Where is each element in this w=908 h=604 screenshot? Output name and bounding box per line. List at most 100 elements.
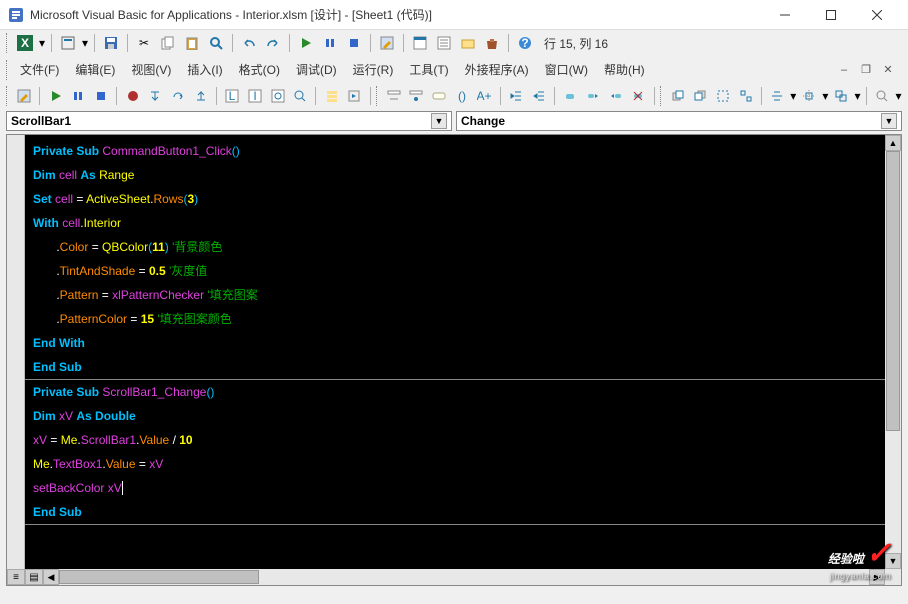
excel-icon[interactable]: X — [14, 32, 36, 54]
call-stack-icon[interactable] — [321, 85, 342, 107]
break-icon[interactable] — [68, 85, 89, 107]
next-bookmark-icon[interactable] — [583, 85, 604, 107]
scroll-thumb[interactable] — [886, 151, 900, 431]
close-button[interactable] — [854, 0, 900, 30]
outdent-icon[interactable] — [528, 85, 549, 107]
watches-icon[interactable] — [267, 85, 288, 107]
procedure-combo[interactable]: Change ▼ — [456, 111, 902, 131]
step-out-icon[interactable] — [190, 85, 211, 107]
reset-icon[interactable] — [343, 32, 365, 54]
help-icon[interactable]: ? — [514, 32, 536, 54]
code-line[interactable]: xV = Me.ScrollBar1.Value / 10 — [33, 428, 877, 452]
procedure-view-icon[interactable]: ≡ — [7, 569, 25, 585]
menu-edit[interactable]: 编辑(E) — [67, 58, 123, 81]
align-icon[interactable] — [767, 85, 788, 107]
code-line[interactable]: Private Sub ScrollBar1_Change() — [33, 380, 877, 404]
clear-bookmarks-icon[interactable] — [628, 85, 649, 107]
paste-icon[interactable] — [181, 32, 203, 54]
vertical-scrollbar[interactable]: ▲ ▼ — [885, 135, 901, 569]
horizontal-scrollbar[interactable]: ≡ ▤ ◀ ▶ — [7, 569, 885, 585]
quick-info-icon[interactable] — [429, 85, 450, 107]
code-line[interactable]: End With — [33, 331, 877, 355]
scroll-track[interactable] — [59, 569, 869, 585]
maximize-button[interactable] — [808, 0, 854, 30]
mdi-minimize-icon[interactable]: – — [836, 63, 852, 77]
run-icon[interactable] — [45, 85, 66, 107]
copy-icon[interactable] — [157, 32, 179, 54]
menu-view[interactable]: 视图(V) — [123, 58, 179, 81]
code-line[interactable]: .PatternColor = 15 '填充图案颜色 — [33, 307, 877, 331]
full-module-view-icon[interactable]: ▤ — [25, 569, 43, 585]
center-icon[interactable] — [799, 85, 820, 107]
code-line[interactable]: Private Sub CommandButton1_Click() — [33, 139, 877, 163]
code-line[interactable]: With cell.Interior — [33, 211, 877, 235]
scroll-left-icon[interactable]: ◀ — [43, 569, 59, 585]
code-line[interactable]: .Pattern = xlPatternChecker '填充图案 — [33, 283, 877, 307]
code-area[interactable]: Private Sub CommandButton1_Click()Dim ce… — [25, 135, 885, 569]
dropdown-icon[interactable]: ▾ — [854, 89, 861, 103]
menu-tools[interactable]: 工具(T) — [401, 58, 456, 81]
bring-front-icon[interactable] — [667, 85, 688, 107]
list-properties-icon[interactable] — [383, 85, 404, 107]
save-icon[interactable] — [100, 32, 122, 54]
dropdown-icon[interactable]: ▾ — [895, 89, 902, 103]
menu-window[interactable]: 窗口(W) — [537, 58, 596, 81]
chevron-down-icon[interactable]: ▼ — [431, 113, 447, 129]
dropdown-icon[interactable]: ▾ — [822, 89, 829, 103]
code-line[interactable]: .Color = QBColor(11) '背景颜色 — [33, 235, 877, 259]
indent-icon[interactable] — [506, 85, 527, 107]
object-combo[interactable]: ScrollBar1 ▼ — [6, 111, 452, 131]
code-line[interactable]: Me.TextBox1.Value = xV — [33, 452, 877, 476]
menu-debug[interactable]: 调试(D) — [288, 58, 345, 81]
scroll-up-icon[interactable]: ▲ — [885, 135, 901, 151]
code-line[interactable]: End Sub — [33, 355, 877, 379]
dropdown-icon[interactable]: ▾ — [790, 89, 797, 103]
chevron-down-icon[interactable]: ▼ — [881, 113, 897, 129]
toggle-breakpoint-icon[interactable] — [122, 85, 143, 107]
toolbar-handle[interactable] — [376, 86, 380, 106]
undo-icon[interactable] — [238, 32, 260, 54]
code-line[interactable]: setBackColor xV — [33, 476, 877, 500]
toolbar-handle[interactable] — [6, 86, 10, 106]
mdi-close-icon[interactable]: ✕ — [880, 63, 896, 77]
design-mode-icon[interactable] — [376, 32, 398, 54]
quick-watch-icon[interactable] — [290, 85, 311, 107]
toolbar-handle[interactable] — [660, 86, 664, 106]
complete-word-icon[interactable]: A+ — [474, 85, 495, 107]
menu-addins[interactable]: 外接程序(A) — [457, 58, 537, 81]
menu-insert[interactable]: 插入(I) — [179, 58, 230, 81]
design-mode-icon[interactable] — [14, 85, 35, 107]
list-constants-icon[interactable] — [406, 85, 427, 107]
prev-bookmark-icon[interactable] — [605, 85, 626, 107]
compile-icon[interactable] — [344, 85, 365, 107]
send-back-icon[interactable] — [690, 85, 711, 107]
step-over-icon[interactable] — [168, 85, 189, 107]
code-line[interactable]: Set cell = ActiveSheet.Rows(3) — [33, 187, 877, 211]
toolbar-handle[interactable] — [6, 33, 10, 53]
code-line[interactable]: .TintAndShade = 0.5 '灰度值 — [33, 259, 877, 283]
mdi-restore-icon[interactable]: ❐ — [858, 63, 874, 77]
zoom-icon[interactable] — [872, 85, 893, 107]
run-icon[interactable] — [295, 32, 317, 54]
break-icon[interactable] — [319, 32, 341, 54]
scroll-thumb[interactable] — [59, 570, 259, 584]
ungroup-icon[interactable] — [735, 85, 756, 107]
minimize-button[interactable] — [762, 0, 808, 30]
dropdown-icon[interactable]: ▾ — [38, 36, 46, 50]
parameter-info-icon[interactable]: () — [451, 85, 472, 107]
insert-form-icon[interactable] — [57, 32, 79, 54]
step-into-icon[interactable] — [145, 85, 166, 107]
menu-file[interactable]: 文件(F) — [12, 58, 67, 81]
code-line[interactable]: Dim xV As Double — [33, 404, 877, 428]
group-icon[interactable] — [713, 85, 734, 107]
menu-format[interactable]: 格式(O) — [231, 58, 288, 81]
menu-help[interactable]: 帮助(H) — [596, 58, 653, 81]
menu-run[interactable]: 运行(R) — [345, 58, 402, 81]
toolbar-handle[interactable] — [6, 60, 10, 80]
find-icon[interactable] — [205, 32, 227, 54]
toolbox-icon[interactable] — [481, 32, 503, 54]
cut-icon[interactable]: ✂ — [133, 32, 155, 54]
editor-margin[interactable] — [7, 135, 25, 569]
code-line[interactable]: Dim cell As Range — [33, 163, 877, 187]
reset-icon[interactable] — [91, 85, 112, 107]
